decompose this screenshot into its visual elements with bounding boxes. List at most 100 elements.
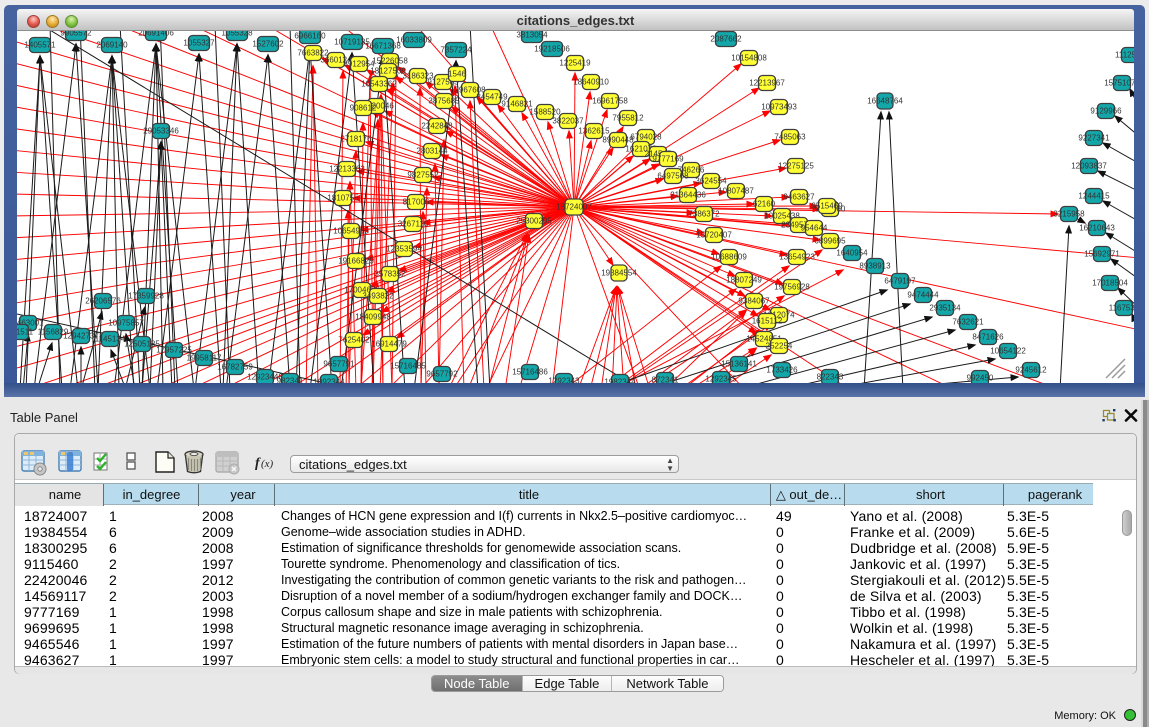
svg-text:18127509: 18127509: [370, 67, 406, 76]
svg-text:10688609: 10688609: [711, 253, 747, 262]
svg-text:16648764: 16648764: [867, 97, 903, 106]
svg-text:1405571: 1405571: [24, 41, 56, 50]
svg-text:9827552: 9827552: [407, 171, 439, 180]
svg-text:1546: 1546: [448, 70, 466, 79]
svg-text:15716486: 15716486: [512, 368, 548, 377]
svg-text:12213363: 12213363: [329, 165, 365, 174]
svg-text:8471626: 8471626: [972, 333, 1004, 342]
svg-text:10973493: 10973493: [761, 103, 797, 112]
svg-text:1733426: 1733426: [766, 366, 798, 375]
svg-text:9777169: 9777169: [652, 155, 684, 164]
svg-text:1527602: 1527602: [252, 40, 284, 49]
svg-text:252254: 252254: [766, 342, 793, 351]
svg-text:18640910: 18640910: [573, 78, 609, 87]
svg-text:26206576: 26206576: [85, 297, 121, 306]
svg-text:18724007: 18724007: [556, 203, 592, 212]
svg-text:9657792: 9657792: [426, 370, 458, 379]
svg-text:21364436: 21364436: [670, 191, 706, 200]
svg-text:20691406: 20691406: [138, 31, 174, 38]
svg-text:7485063: 7485063: [774, 133, 806, 142]
svg-text:1112543: 1112543: [1115, 51, 1134, 60]
svg-text:817006: 817006: [403, 198, 430, 207]
svg-text:1292345: 1292345: [705, 375, 737, 384]
svg-text:1640954: 1640954: [836, 249, 868, 258]
svg-text:2242848: 2242848: [421, 122, 453, 131]
svg-text:(x): (x): [261, 458, 274, 470]
svg-text:2803144: 2803144: [416, 147, 448, 156]
svg-text:18807249: 18807249: [726, 276, 762, 285]
svg-text:982341: 982341: [277, 377, 304, 384]
svg-text:16961758: 16961758: [592, 97, 628, 106]
svg-text:1055328: 1055328: [221, 31, 253, 38]
svg-text:3578352: 3578352: [374, 270, 406, 279]
svg-text:954644: 954644: [801, 224, 828, 233]
svg-text:10543362: 10543362: [361, 80, 397, 89]
svg-text:2069140: 2069140: [96, 41, 128, 50]
svg-text:19166825: 19166825: [338, 257, 374, 266]
svg-text:1244415: 1244415: [1078, 192, 1110, 201]
svg-text:9129966: 9129966: [1090, 107, 1122, 116]
svg-text:8990448: 8990448: [602, 136, 634, 145]
svg-text:3624554: 3624554: [695, 177, 727, 186]
svg-text:9657791: 9657791: [323, 360, 355, 369]
svg-text:1982344: 1982344: [604, 378, 636, 384]
svg-text:9905572: 9905572: [60, 31, 92, 38]
svg-text:7357224: 7357224: [440, 46, 472, 55]
svg-text:3813054: 3813054: [516, 31, 548, 40]
svg-text:6899695: 6899695: [814, 237, 846, 246]
svg-text:6497568: 6497568: [657, 172, 689, 181]
svg-text:9474444: 9474444: [907, 291, 939, 300]
svg-text:1615112: 1615112: [752, 317, 783, 326]
svg-text:12505135: 12505135: [124, 340, 160, 349]
svg-text:25300295: 25300295: [516, 217, 552, 226]
svg-text:16033809: 16033809: [396, 36, 432, 45]
svg-text:12353594: 12353594: [386, 245, 422, 254]
svg-text:12093837: 12093837: [1071, 162, 1107, 171]
svg-text:13654923: 13654923: [779, 253, 815, 262]
svg-text:3267110: 3267110: [398, 220, 429, 229]
svg-text:19218506: 19218506: [534, 45, 570, 54]
svg-text:15716485: 15716485: [390, 362, 426, 371]
svg-text:1092344: 1092344: [313, 378, 345, 384]
svg-text:6479197: 6479197: [884, 277, 916, 286]
svg-text:9463627: 9463627: [783, 193, 815, 202]
svg-text:992450: 992450: [967, 374, 994, 383]
svg-text:991511: 991511: [17, 328, 34, 337]
svg-text:15136141: 15136141: [721, 360, 757, 369]
svg-text:17359928: 17359928: [128, 292, 164, 301]
svg-text:15720407: 15720407: [696, 231, 732, 240]
svg-text:16210643: 16210643: [1079, 224, 1115, 233]
svg-text:2087662: 2087662: [710, 35, 742, 44]
svg-text:12213967: 12213967: [749, 79, 785, 88]
svg-text:1055327: 1055327: [183, 39, 215, 48]
svg-text:15751074: 15751074: [1104, 79, 1134, 88]
svg-text:29053346: 29053346: [143, 127, 179, 136]
svg-text:1145134: 1145134: [95, 335, 126, 344]
svg-text:9146821: 9146821: [501, 100, 533, 109]
svg-text:1810755: 1810755: [327, 194, 359, 203]
svg-text:1167534: 1167534: [1109, 304, 1134, 313]
svg-text:10154808: 10154808: [731, 54, 767, 63]
svg-text:9384067: 9384067: [738, 297, 770, 306]
svg-text:9227341: 9227341: [1078, 134, 1110, 143]
svg-text:12275125: 12275125: [778, 162, 814, 171]
svg-text:62160: 62160: [753, 200, 776, 209]
svg-text:6794028: 6794028: [630, 133, 662, 142]
svg-text:872341: 872341: [652, 376, 679, 384]
svg-text:7386372: 7386372: [688, 210, 720, 219]
svg-text:15692971: 15692971: [1084, 250, 1120, 259]
svg-text:7955812: 7955812: [612, 114, 644, 123]
svg-text:7625402: 7625402: [338, 336, 370, 345]
svg-text:19384554: 19384554: [601, 269, 637, 278]
svg-text:9245612: 9245612: [1015, 366, 1047, 375]
svg-text:17018504: 17018504: [1092, 279, 1128, 288]
svg-text:9515469: 9515469: [811, 202, 843, 211]
svg-text:7632621: 7632621: [952, 318, 984, 327]
svg-text:8938913: 8938913: [859, 262, 891, 271]
svg-text:3215958: 3215958: [1053, 210, 1085, 219]
svg-text:1362615: 1362615: [578, 127, 610, 136]
svg-text:3822037: 3822037: [552, 117, 584, 126]
svg-text:10975857: 10975857: [108, 319, 144, 328]
svg-text:822343: 822343: [817, 373, 844, 382]
svg-text:18409948: 18409948: [355, 313, 391, 322]
